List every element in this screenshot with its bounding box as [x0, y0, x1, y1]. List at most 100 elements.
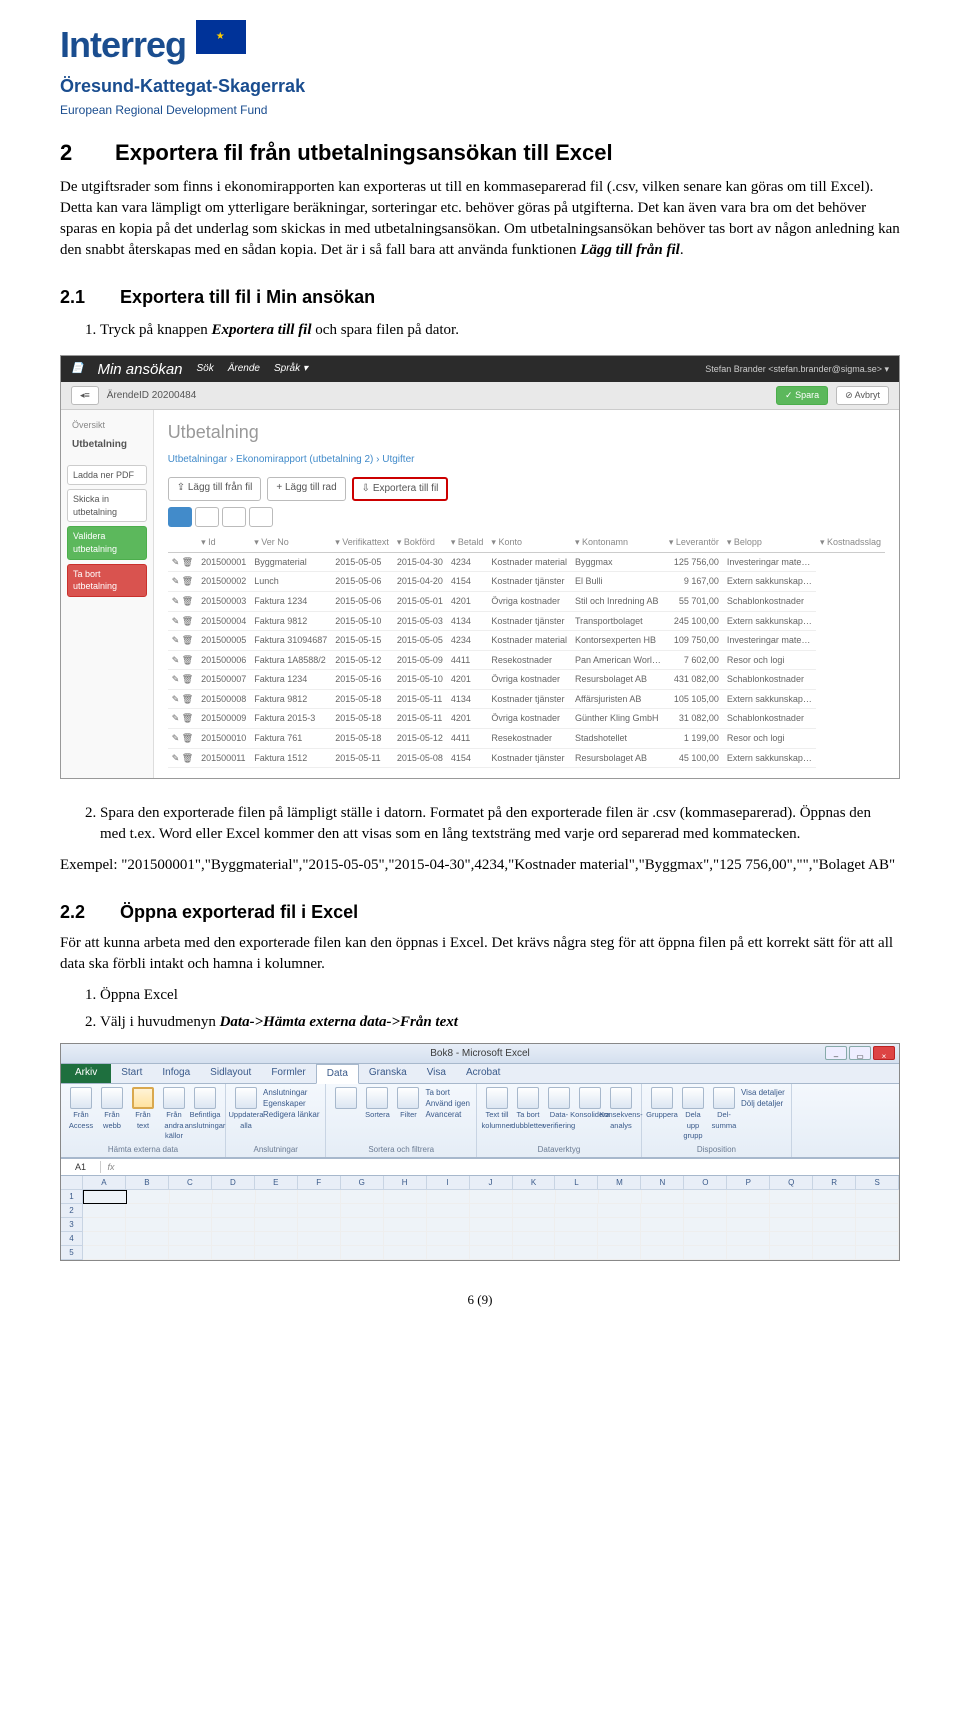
cell[interactable]	[341, 1246, 384, 1260]
cell[interactable]	[170, 1190, 213, 1204]
cell[interactable]	[341, 1204, 384, 1218]
row-3[interactable]: 3	[61, 1218, 82, 1232]
btn-az[interactable]	[332, 1087, 360, 1121]
cell[interactable]	[126, 1232, 169, 1246]
cell[interactable]	[169, 1232, 212, 1246]
cell[interactable]	[255, 1204, 298, 1218]
cell[interactable]	[555, 1204, 598, 1218]
cell[interactable]	[684, 1246, 727, 1260]
cell[interactable]	[513, 1218, 556, 1232]
col-L[interactable]: L	[555, 1176, 598, 1190]
link-anslutningar[interactable]: Anslutningar	[263, 1087, 319, 1098]
row-2[interactable]: 2	[61, 1204, 82, 1218]
link-redigera[interactable]: Redigera länkar	[263, 1109, 319, 1120]
cell[interactable]	[813, 1190, 856, 1204]
col-header[interactable]: ▾ Konto	[487, 533, 571, 552]
col-header[interactable]: ▾ Verifikattext	[331, 533, 393, 552]
col-G[interactable]: G	[341, 1176, 384, 1190]
btn-gruppera[interactable]: Gruppera	[648, 1087, 676, 1142]
row-1[interactable]: 1	[61, 1190, 82, 1204]
cell[interactable]	[470, 1232, 513, 1246]
cell[interactable]	[598, 1204, 641, 1218]
cell[interactable]	[813, 1218, 856, 1232]
cell[interactable]	[341, 1218, 384, 1232]
table-row[interactable]: ✎ 🗑201500007Faktura 12342015-05-162015-0…	[168, 670, 885, 690]
link-visa[interactable]: Visa detaljer	[741, 1087, 785, 1098]
tab-data[interactable]: Data	[316, 1064, 359, 1084]
btn-lagg-rad[interactable]: + Lägg till rad	[267, 477, 345, 501]
btn-delaupp[interactable]: Dela upp grupp	[679, 1087, 707, 1142]
cell[interactable]	[856, 1246, 899, 1260]
cell[interactable]	[470, 1204, 513, 1218]
cell[interactable]	[555, 1246, 598, 1260]
cell[interactable]	[298, 1190, 341, 1204]
close-icon[interactable]: ×	[873, 1046, 895, 1060]
cell[interactable]	[770, 1232, 813, 1246]
col-Q[interactable]: Q	[770, 1176, 813, 1190]
cell[interactable]	[727, 1204, 770, 1218]
tab-infoga[interactable]: Infoga	[152, 1064, 200, 1083]
cell[interactable]	[384, 1232, 427, 1246]
cell[interactable]	[856, 1190, 899, 1204]
cell[interactable]	[856, 1232, 899, 1246]
cell[interactable]	[684, 1232, 727, 1246]
cell[interactable]	[727, 1246, 770, 1260]
cell[interactable]	[298, 1246, 341, 1260]
col-header[interactable]: ▾ Kostnadsslag	[816, 533, 885, 552]
sidebar-oversikt[interactable]: Översikt	[67, 416, 147, 435]
minimize-icon[interactable]: –	[825, 1046, 847, 1060]
cell[interactable]	[427, 1204, 470, 1218]
table-row[interactable]: ✎ 🗑201500009Faktura 2015-32015-05-182015…	[168, 709, 885, 729]
cell[interactable]	[470, 1246, 513, 1260]
link-avancerat[interactable]: Avancerat	[425, 1109, 469, 1120]
btn-från text[interactable]: Från text	[129, 1087, 157, 1142]
btn-exportera-till-fil[interactable]: ⇩ Exportera till fil	[352, 477, 449, 501]
link-anvand-igen[interactable]: Använd igen	[425, 1098, 469, 1109]
maximize-icon[interactable]: ▭	[849, 1046, 871, 1060]
btn-befintliga anslutningar[interactable]: Befintliga anslutningar	[191, 1087, 219, 1142]
cell[interactable]	[770, 1190, 813, 1204]
cell[interactable]	[255, 1232, 298, 1246]
cell[interactable]	[813, 1204, 856, 1218]
col-B[interactable]: B	[126, 1176, 169, 1190]
link-dolj[interactable]: Dölj detaljer	[741, 1098, 785, 1109]
cell[interactable]	[127, 1190, 170, 1204]
cell[interactable]	[470, 1218, 513, 1232]
cell[interactable]	[813, 1232, 856, 1246]
fx-icon[interactable]: fx	[101, 1161, 121, 1174]
sidebar-ladda-pdf[interactable]: Ladda ner PDF	[67, 465, 147, 486]
cell[interactable]	[555, 1218, 598, 1232]
breadcrumb[interactable]: Utbetalningar › Ekonomirapport (utbetaln…	[168, 453, 885, 467]
cell[interactable]	[83, 1232, 126, 1246]
btn-från access[interactable]: Från Access	[67, 1087, 95, 1142]
collapse-button[interactable]: ◂≡	[71, 386, 99, 405]
link-egenskaper[interactable]: Egenskaper	[263, 1098, 319, 1109]
cell[interactable]	[727, 1190, 770, 1204]
cell[interactable]	[556, 1190, 599, 1204]
btn-tool[interactable]: Data-verifiering	[545, 1087, 573, 1131]
tab-start[interactable]: Start	[111, 1064, 152, 1083]
cell[interactable]	[384, 1190, 427, 1204]
user-menu[interactable]: Stefan Brander <stefan.brander@sigma.se>…	[705, 363, 889, 376]
col-header[interactable]: ▾ Leverantör	[665, 533, 723, 552]
cell[interactable]	[555, 1232, 598, 1246]
cell[interactable]	[83, 1218, 126, 1232]
cell[interactable]	[213, 1190, 256, 1204]
name-box[interactable]: A1	[61, 1161, 101, 1174]
cell[interactable]	[770, 1246, 813, 1260]
cell[interactable]	[384, 1204, 427, 1218]
filter-icon-4[interactable]	[249, 507, 273, 527]
tab-arkiv[interactable]: Arkiv	[61, 1064, 111, 1083]
cell[interactable]	[341, 1232, 384, 1246]
table-row[interactable]: ✎ 🗑201500003Faktura 12342015-05-062015-0…	[168, 591, 885, 611]
btn-tool[interactable]: Konsekvens-analys	[607, 1087, 635, 1131]
filter-icon-3[interactable]	[222, 507, 246, 527]
cancel-button[interactable]: ⊘ Avbryt	[836, 386, 889, 405]
cell[interactable]	[341, 1190, 384, 1204]
cell[interactable]	[770, 1218, 813, 1232]
cell[interactable]	[256, 1190, 299, 1204]
cell[interactable]	[684, 1190, 727, 1204]
col-E[interactable]: E	[255, 1176, 298, 1190]
tab-visa[interactable]: Visa	[417, 1064, 456, 1083]
col-K[interactable]: K	[513, 1176, 556, 1190]
